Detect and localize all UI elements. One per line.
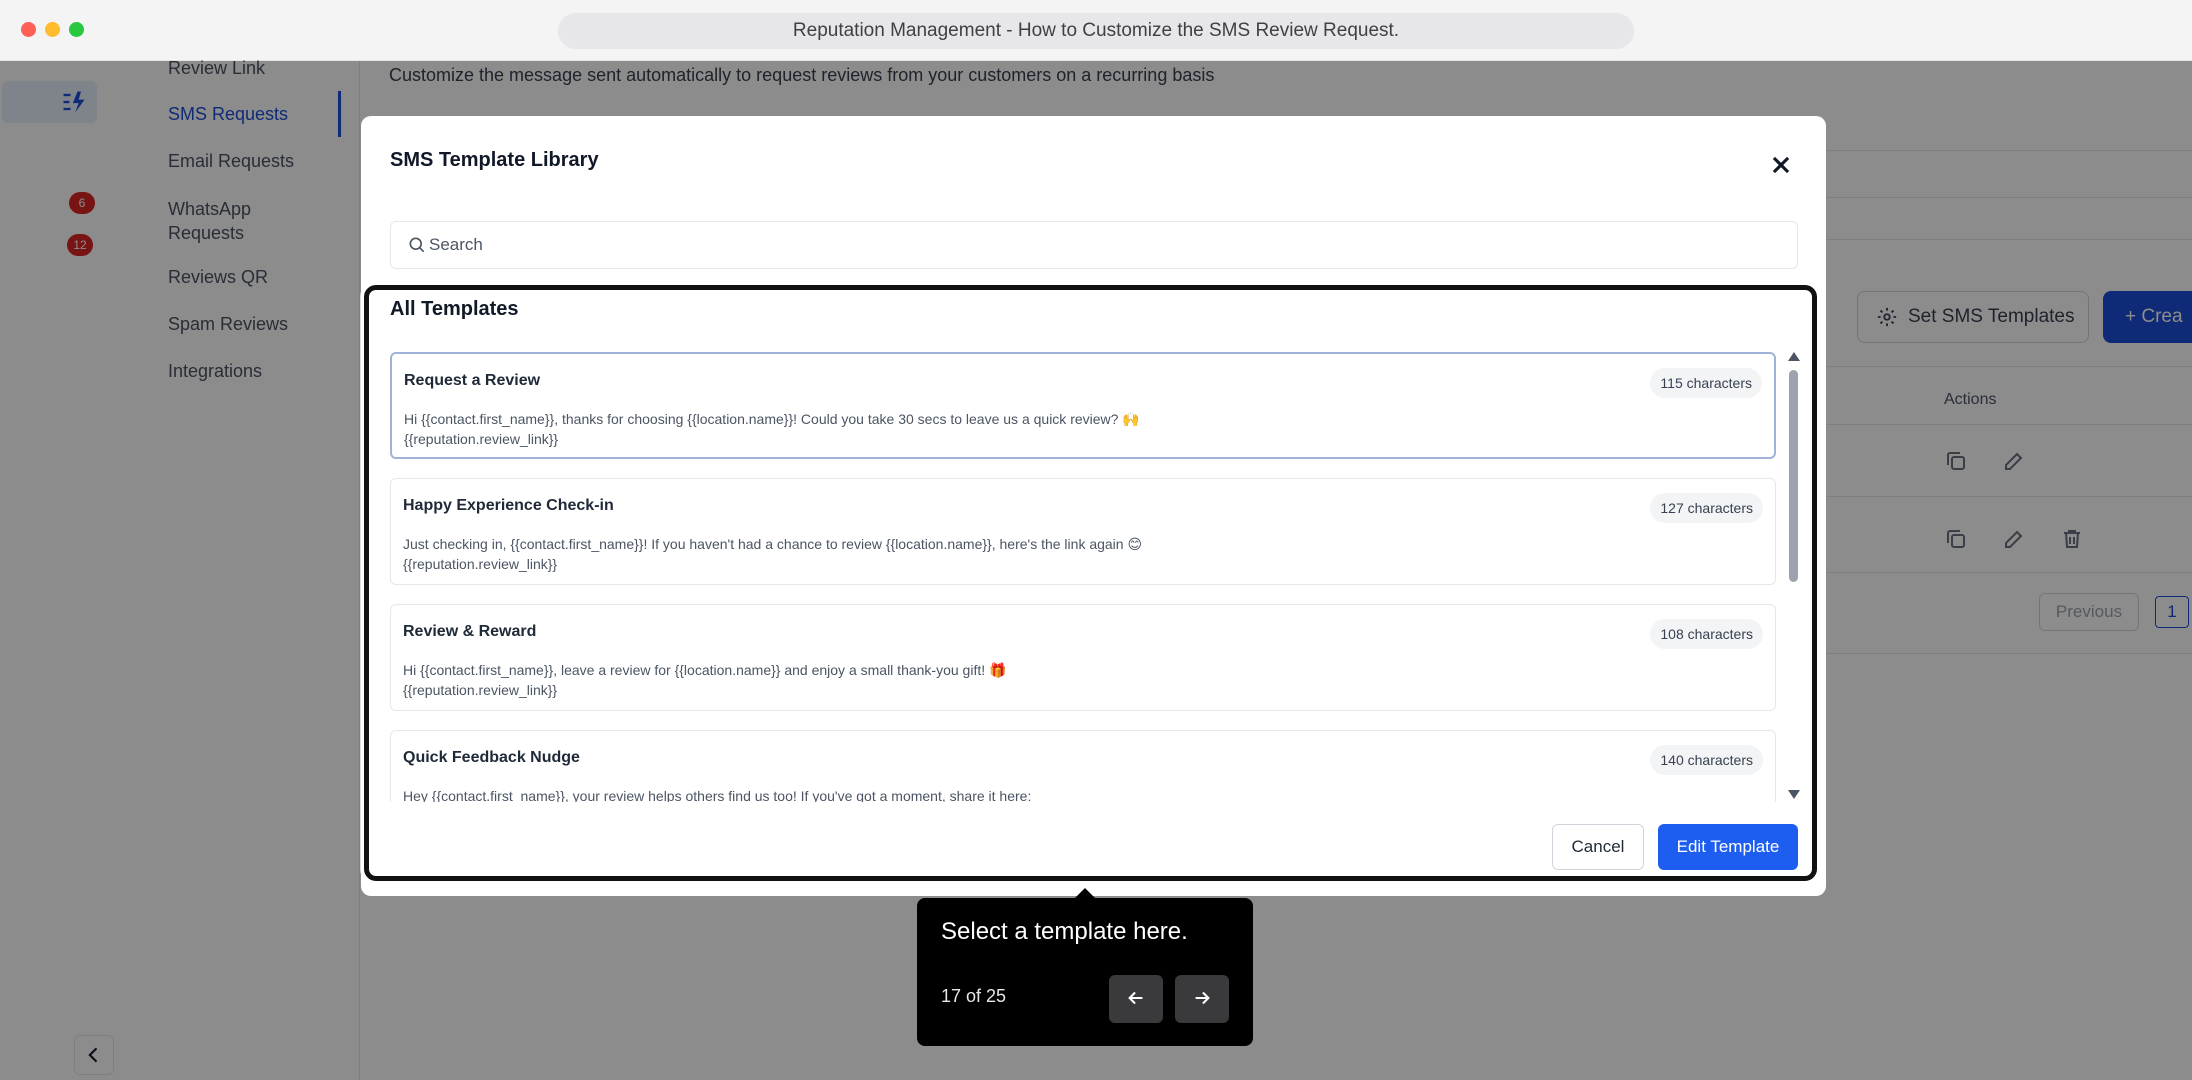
tooltip-text: Select a template here. — [941, 918, 1188, 945]
search-input[interactable] — [429, 222, 1779, 268]
close-window-icon[interactable] — [21, 22, 36, 37]
tour-tooltip: Select a template here. 17 of 25 — [917, 898, 1253, 1046]
arrow-right-icon — [1195, 991, 1210, 1004]
tour-previous-button[interactable] — [1109, 975, 1163, 1023]
maximize-window-icon[interactable] — [69, 22, 84, 37]
tour-highlight-outline — [364, 285, 1817, 881]
tooltip-arrow — [1075, 888, 1095, 898]
search-field — [390, 221, 1798, 269]
tour-next-button[interactable] — [1175, 975, 1229, 1023]
modal-title: SMS Template Library — [390, 149, 599, 171]
close-icon — [1772, 156, 1790, 174]
sms-template-library-modal: SMS Template Library All Templates Reque… — [361, 116, 1826, 896]
minimize-window-icon[interactable] — [45, 22, 60, 37]
window-titlebar: Reputation Management - How to Customize… — [0, 0, 2192, 61]
tooltip-step-counter: 17 of 25 — [941, 986, 1007, 1006]
close-modal-button[interactable] — [1764, 148, 1798, 182]
window-title: Reputation Management - How to Customize… — [558, 13, 1634, 49]
search-icon — [409, 237, 425, 253]
arrow-left-icon — [1128, 991, 1143, 1004]
